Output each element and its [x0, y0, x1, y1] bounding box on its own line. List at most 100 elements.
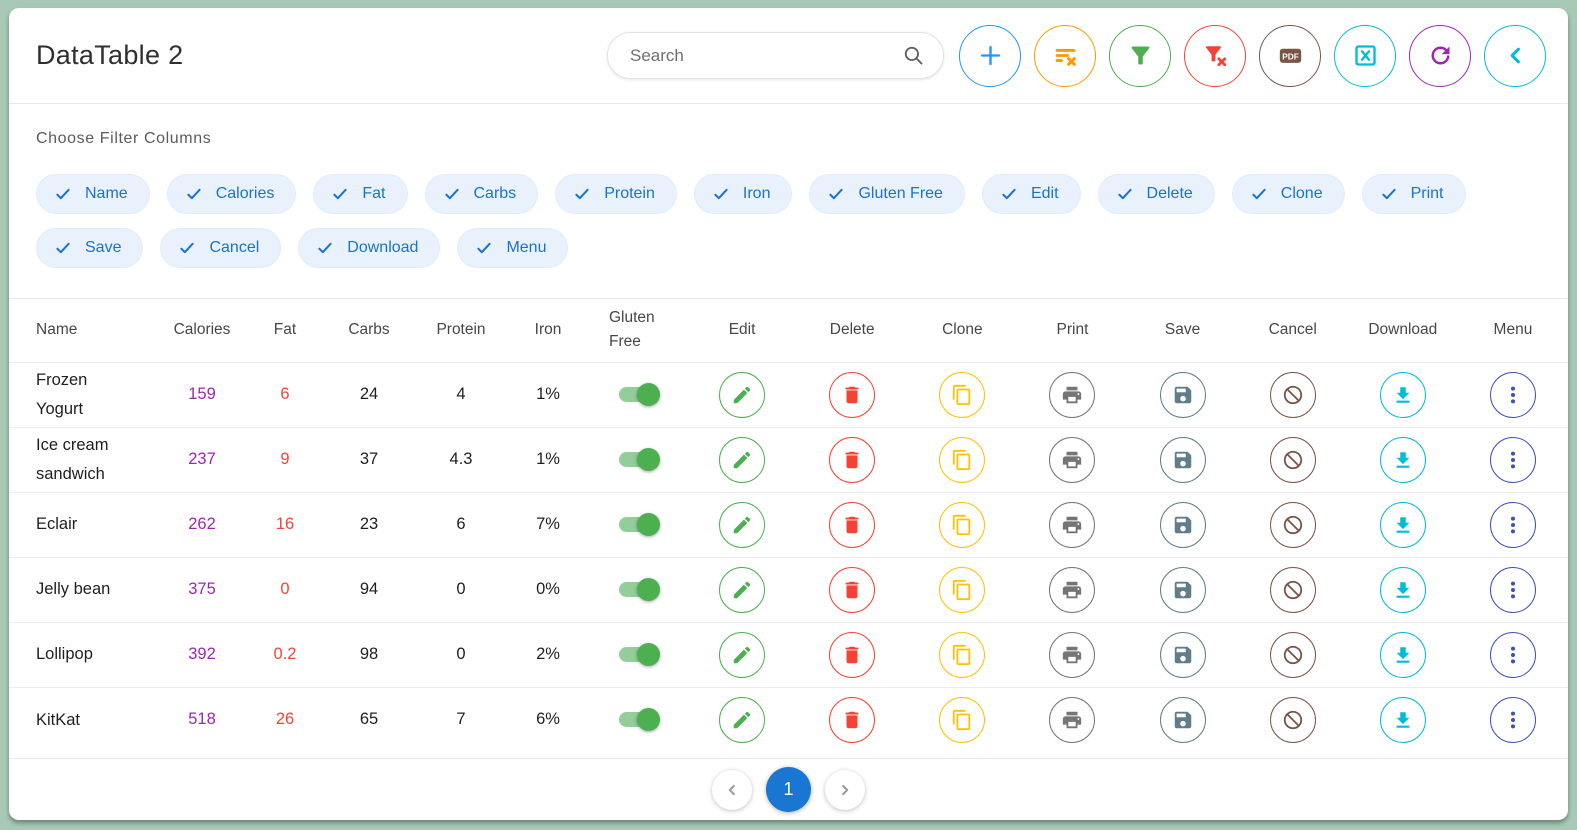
cancel-button[interactable] [1269, 631, 1316, 678]
gluten-free-toggle[interactable] [618, 383, 660, 407]
clone-button[interactable] [939, 371, 986, 418]
delete-button[interactable] [829, 501, 876, 548]
filter-chip-save[interactable]: Save [36, 228, 144, 268]
save-button[interactable] [1159, 566, 1206, 613]
trash-icon [841, 384, 863, 406]
filter-chip-menu[interactable]: Menu [457, 228, 569, 268]
delete-button[interactable] [829, 436, 876, 483]
edit-button[interactable] [719, 436, 766, 483]
menu-button[interactable] [1489, 566, 1536, 613]
delete-button[interactable] [829, 631, 876, 678]
download-button[interactable] [1379, 501, 1426, 548]
download-button[interactable] [1379, 566, 1426, 613]
column-header-calories: Calories [159, 299, 245, 363]
clone-button[interactable] [939, 501, 986, 548]
clear-filter-button[interactable] [1184, 24, 1246, 87]
filter-chip-protein[interactable]: Protein [555, 174, 677, 214]
filter-section-label: Choose Filter Columns [36, 130, 212, 147]
edit-button[interactable] [719, 631, 766, 678]
save-button[interactable] [1159, 501, 1206, 548]
gluten-free-cell [587, 362, 687, 427]
gluten-free-toggle[interactable] [618, 578, 660, 602]
cancel-button[interactable] [1269, 566, 1316, 613]
print-button[interactable] [1049, 696, 1096, 743]
filter-chip-delete[interactable]: Delete [1097, 174, 1215, 214]
add-row-button[interactable] [959, 24, 1021, 87]
clone-button[interactable] [939, 566, 986, 613]
check-icon [1380, 185, 1398, 203]
cancel-button[interactable] [1269, 696, 1316, 743]
gluten-free-toggle[interactable] [618, 448, 660, 472]
filter-button[interactable] [1109, 24, 1171, 87]
menu-button[interactable] [1489, 371, 1536, 418]
save-button[interactable] [1159, 631, 1206, 678]
filter-chip-download[interactable]: Download [298, 228, 441, 268]
edit-button[interactable] [719, 371, 766, 418]
save-button[interactable] [1159, 696, 1206, 743]
download-icon [1392, 709, 1414, 731]
filter-chip-calories[interactable]: Calories [166, 174, 297, 214]
menu-button[interactable] [1489, 501, 1536, 548]
menu-button[interactable] [1489, 436, 1536, 483]
print-cell [1017, 492, 1127, 557]
delete-button[interactable] [829, 371, 876, 418]
filter-chip-name[interactable]: Name [36, 174, 150, 214]
export-excel-button[interactable] [1334, 24, 1396, 87]
clone-button[interactable] [939, 436, 986, 483]
edit-button[interactable] [719, 696, 766, 743]
print-cell [1017, 557, 1127, 622]
check-icon [1116, 185, 1134, 203]
gluten-free-toggle[interactable] [618, 513, 660, 537]
save-button[interactable] [1159, 436, 1206, 483]
current-page-button[interactable]: 1 [766, 767, 811, 812]
print-button[interactable] [1049, 436, 1096, 483]
iron-cell: 7% [536, 515, 560, 533]
collapse-button[interactable] [1484, 24, 1546, 87]
filter-chip-iron[interactable]: Iron [693, 174, 793, 214]
chip-label: Gluten Free [858, 185, 943, 202]
search-input[interactable] [630, 45, 902, 66]
next-page-button[interactable] [825, 769, 865, 810]
check-icon [185, 185, 203, 203]
export-pdf-button[interactable]: PDF [1259, 24, 1321, 87]
cancel-cell [1238, 492, 1348, 557]
cancel-cell [1238, 687, 1348, 752]
data-table: Name Calories Fat Carbs Protein Iron Gluten Fr… [9, 299, 1568, 752]
gluten-free-toggle[interactable] [618, 643, 660, 667]
filter-chip-cancel[interactable]: Cancel [160, 228, 282, 268]
print-button[interactable] [1049, 501, 1096, 548]
edit-cell [687, 427, 797, 492]
save-button[interactable] [1159, 371, 1206, 418]
filter-chip-carbs[interactable]: Carbs [424, 174, 539, 214]
download-button[interactable] [1379, 436, 1426, 483]
fat-cell: 0 [280, 580, 290, 598]
delete-button[interactable] [829, 696, 876, 743]
gluten-free-toggle[interactable] [618, 708, 660, 732]
prev-page-button[interactable] [712, 769, 752, 810]
download-button[interactable] [1379, 631, 1426, 678]
clone-button[interactable] [939, 631, 986, 678]
refresh-button[interactable] [1409, 24, 1471, 87]
cancel-button[interactable] [1269, 501, 1316, 548]
download-button[interactable] [1379, 371, 1426, 418]
edit-button[interactable] [719, 566, 766, 613]
cancel-button[interactable] [1269, 371, 1316, 418]
iron-cell: 1% [536, 450, 560, 468]
print-button[interactable] [1049, 566, 1096, 613]
edit-button[interactable] [719, 501, 766, 548]
filter-chip-print[interactable]: Print [1361, 174, 1466, 214]
download-button[interactable] [1379, 696, 1426, 743]
menu-button[interactable] [1489, 631, 1536, 678]
filter-chip-clone[interactable]: Clone [1231, 174, 1345, 214]
print-button[interactable] [1049, 631, 1096, 678]
filter-chip-fat[interactable]: Fat [313, 174, 408, 214]
cancel-button[interactable] [1269, 436, 1316, 483]
delete-button[interactable] [829, 566, 876, 613]
filter-chip-gluten-free[interactable]: Gluten Free [809, 174, 965, 214]
menu-button[interactable] [1489, 696, 1536, 743]
page-title: DataTable 2 [36, 40, 184, 70]
filter-chip-edit[interactable]: Edit [981, 174, 1081, 214]
clone-button[interactable] [939, 696, 986, 743]
clear-sort-button[interactable] [1034, 24, 1096, 87]
print-button[interactable] [1049, 371, 1096, 418]
